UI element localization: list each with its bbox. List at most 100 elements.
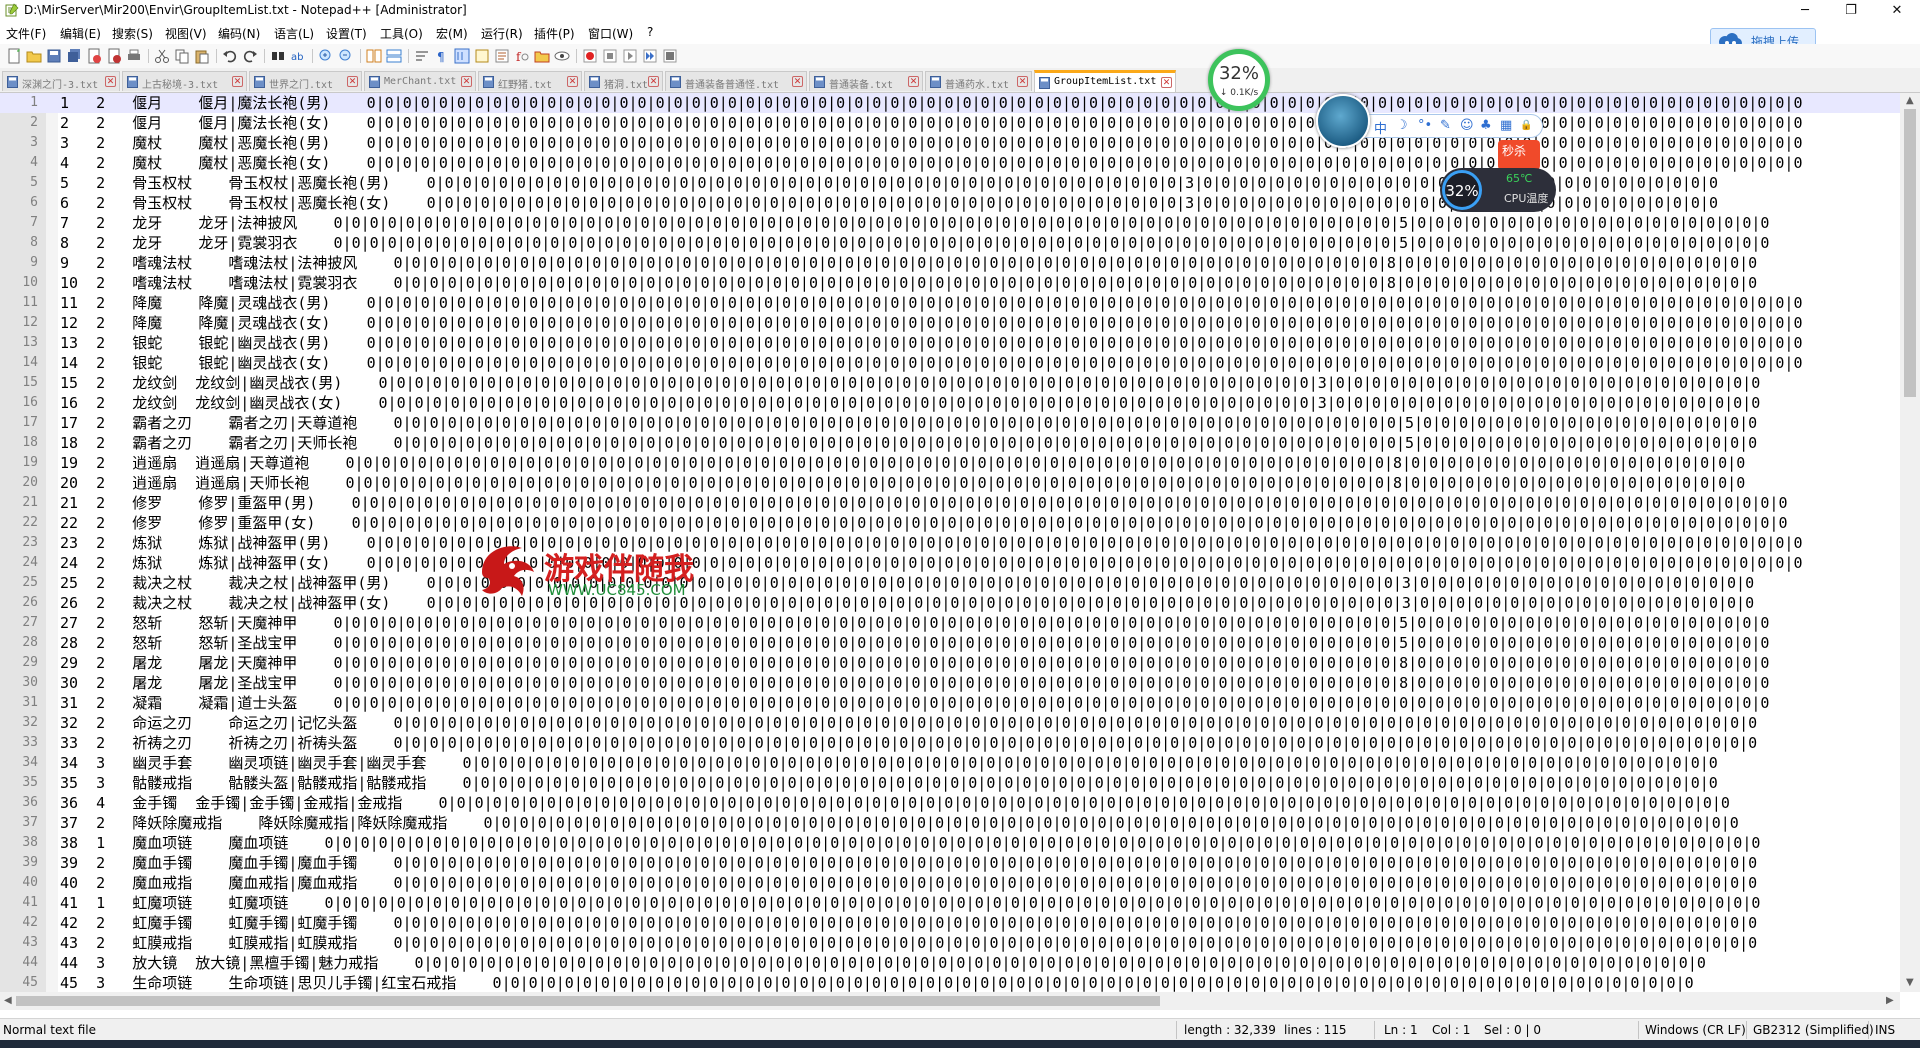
redo-icon[interactable] <box>242 48 258 64</box>
tab-shanggu[interactable]: 上古秘境-3.txt ✕ <box>122 71 247 91</box>
eol-format-label[interactable]: Windows (CR LF) <box>1645 1023 1746 1037</box>
editor-line[interactable]: 12 12 2 降魔 降魔|灵魂战衣(女) 0|0|0|0|0|0|0|0|0|0… <box>0 313 1900 333</box>
editor-line[interactable]: 1 1 2 偃月 偃月|魔法长袍(男) 0|0|0|0|0|0|0|0|0|0|0… <box>0 93 1900 113</box>
scroll-down-icon[interactable]: ▼ <box>1906 977 1914 988</box>
close-file-icon[interactable] <box>86 48 102 64</box>
close-button[interactable]: ✕ <box>1874 0 1920 22</box>
editor-line[interactable]: 14 14 2 银蛇 银蛇|幽灵战衣(女) 0|0|0|0|0|0|0|0|0|0… <box>0 353 1900 373</box>
editor-line[interactable]: 37 37 2 降妖除魔戒指 降妖除魔戒指|降妖除魔戒指 0|0|0|0|0|0|… <box>0 813 1900 833</box>
new-file-icon[interactable] <box>6 48 22 64</box>
save-icon[interactable] <box>46 48 62 64</box>
editor-line[interactable]: 11 11 2 降魔 降魔|灵魂战衣(男) 0|0|0|0|0|0|0|0|0|0… <box>0 293 1900 313</box>
menu-help[interactable]: ? <box>647 25 653 39</box>
macro-play-multiple-icon[interactable] <box>642 48 658 64</box>
menu-run[interactable]: 运行(R) <box>481 25 523 42</box>
ime-avatar[interactable] <box>1316 94 1370 148</box>
editor-line[interactable]: 8 8 2 龙牙 龙牙|霓裳羽衣 0|0|0|0|0|0|0|0|0|0|0|0|… <box>0 233 1900 253</box>
line-text[interactable]: 9 2 嗜魂法杖 嗜魂法杖|法神披风 0|0|0|0|0|0|0|0|0|0|0… <box>60 253 1757 273</box>
open-file-icon[interactable] <box>26 48 42 64</box>
editor-line[interactable]: 66 2 骨玉权杖 骨玉权杖|恶魔长袍(女) 0|0|0|0|0|0|0|0|0… <box>0 193 1900 213</box>
editor-line[interactable]: 15 15 2 龙纹剑 龙纹剑|幽灵战衣(男) 0|0|0|0|0|0|0|0|0… <box>0 373 1900 393</box>
editor-line[interactable]: 10 10 2 嗜魂法杖 嗜魂法杖|霓裳羽衣 0|0|0|0|0|0|0|0|0|… <box>0 273 1900 293</box>
skin-icon[interactable]: ♣ <box>1480 118 1492 133</box>
editor-line[interactable]: 31 31 2 凝霜 凝霜|道士头盔 0|0|0|0|0|0|0|0|0|0|0|… <box>0 693 1900 713</box>
editor-line[interactable]: 22 2 偃月 偃月|魔法长袍(女) 0|0|0|0|0|0|0|0|0|0|0… <box>0 113 1900 133</box>
line-text[interactable]: 10 2 嗜魂法杖 嗜魂法杖|霓裳羽衣 0|0|0|0|0|0|0|0|0|0|… <box>60 273 1757 293</box>
line-text[interactable]: 13 2 银蛇 银蛇|幽灵战衣(男) 0|0|0|0|0|0|0|0|0|0|0… <box>60 333 1802 353</box>
editor-line[interactable]: 27 27 2 怒斩 怒斩|天魔神甲 0|0|0|0|0|0|0|0|0|0|0|… <box>0 613 1900 633</box>
replace-icon[interactable]: ab <box>290 48 306 64</box>
undo-icon[interactable] <box>222 48 238 64</box>
line-text[interactable]: 7 2 龙牙 龙牙|法神披风 0|0|0|0|0|0|0|0|0|0|0|0|0… <box>60 213 1769 233</box>
vertical-scroll-thumb[interactable] <box>1904 109 1916 397</box>
word-wrap-icon[interactable] <box>414 48 430 64</box>
editor-line[interactable]: 23 23 2 炼狱 炼狱|战神盔甲(男) 0|0|0|0|0|0|0|0|0|0… <box>0 533 1900 553</box>
line-text[interactable]: 20 2 逍遥扇 逍遥扇|天师长袍 0|0|0|0|0|0|0|0|0|0|0|… <box>60 473 1745 493</box>
tab-putong-zhuangbei[interactable]: 普通装备.txt ✕ <box>809 71 923 91</box>
menu-plugins[interactable]: 插件(P) <box>534 25 575 42</box>
line-text[interactable]: 23 2 炼狱 炼狱|战神盔甲(男) 0|0|0|0|0|0|0|0|0|0|0… <box>60 533 1802 553</box>
encoding-label[interactable]: GB2312 (Simplified) <box>1753 1023 1874 1037</box>
line-text[interactable]: 21 2 修罗 修罗|重盔甲(男) 0|0|0|0|0|0|0|0|0|0|0|… <box>60 493 1787 513</box>
menu-tools[interactable]: 工具(O) <box>380 25 423 42</box>
zoom-out-icon[interactable] <box>338 48 354 64</box>
line-text[interactable]: 40 2 魔血戒指 魔血戒指|魔血戒指 0|0|0|0|0|0|0|0|0|0|… <box>60 873 1757 893</box>
macro-save-icon[interactable] <box>662 48 678 64</box>
tab-close-icon[interactable]: ✕ <box>1017 76 1028 87</box>
line-text[interactable]: 26 2 裁决之杖 裁决之杖|战神盔甲(女) 0|0|0|0|0|0|0|0|0… <box>60 593 1754 613</box>
network-speed-widget[interactable]: 32% ↓ 0.1K/s <box>1208 49 1270 111</box>
editor-line[interactable]: 38 38 1 魔血项链 魔血项链 0|0|0|0|0|0|0|0|0|0|0|0… <box>0 833 1900 853</box>
line-text[interactable]: 31 2 凝霜 凝霜|道士头盔 0|0|0|0|0|0|0|0|0|0|0|0|… <box>60 693 1769 713</box>
editor-line[interactable]: 36 36 4 金手镯 金手镯|金手镯|金戒指|金戒指 0|0|0|0|0|0|0… <box>0 793 1900 813</box>
editor-line[interactable]: 55 2 骨玉权杖 骨玉权杖|恶魔长袍(男) 0|0|0|0|0|0|0|0|0… <box>0 173 1900 193</box>
editor-line[interactable]: 25 25 2 裁决之杖 裁决之杖|战神盔甲(男) 0|0|0|0|0|0|0|0… <box>0 573 1900 593</box>
seckill-badge[interactable]: 秒杀 <box>1498 140 1540 170</box>
macro-play-icon[interactable] <box>622 48 638 64</box>
line-text[interactable]: 34 3 幽灵手套 幽灵项链|幽灵手套|幽灵手套 0|0|0|0|0|0|0|0… <box>60 753 1718 773</box>
tab-close-icon[interactable]: ✕ <box>105 76 116 87</box>
horizontal-scrollbar[interactable]: ◀ ▶ <box>0 992 1900 1010</box>
menu-edit[interactable]: 编辑(E) <box>60 25 101 42</box>
menu-view[interactable]: 视图(V) <box>165 25 207 42</box>
editor-line[interactable]: 16 16 2 龙纹剑 龙纹剑|幽灵战衣(女) 0|0|0|0|0|0|0|0|0… <box>0 393 1900 413</box>
line-text[interactable]: 44 3 放大镜 放大镜|黑檀手镯|魅力戒指 0|0|0|0|0|0|0|0|0… <box>60 953 1706 973</box>
minimize-button[interactable]: ─ <box>1782 0 1828 22</box>
tab-close-icon[interactable]: ✕ <box>648 76 659 87</box>
editor-line[interactable]: 18 18 2 霸者之刃 霸者之刃|天师长袍 0|0|0|0|0|0|0|0|0|… <box>0 433 1900 453</box>
sync-vertical-icon[interactable] <box>366 48 382 64</box>
function-list-icon[interactable]: f <box>514 48 530 64</box>
insert-mode-label[interactable]: INS <box>1875 1023 1895 1037</box>
paste-icon[interactable] <box>194 48 210 64</box>
line-text[interactable]: 16 2 龙纹剑 龙纹剑|幽灵战衣(女) 0|0|0|0|0|0|0|0|0|0… <box>60 393 1760 413</box>
tab-close-icon[interactable]: ✕ <box>908 76 919 87</box>
editor-line[interactable]: 19 19 2 逍遥扇 逍遥扇|天尊道袍 0|0|0|0|0|0|0|0|0|0|… <box>0 453 1900 473</box>
line-text[interactable]: 3 2 魔杖 魔杖|恶魔长袍(男) 0|0|0|0|0|0|0|0|0|0|0|… <box>60 133 1802 153</box>
find-icon[interactable] <box>270 48 286 64</box>
tab-shijie[interactable]: 世界之门.txt ✕ <box>249 71 362 91</box>
line-text[interactable]: 42 2 虹魔手镯 虹魔手镯|虹魔手镯 0|0|0|0|0|0|0|0|0|0|… <box>60 913 1757 933</box>
editor-line[interactable]: 24 24 2 炼狱 炼狱|战神盔甲(女) 0|0|0|0|0|0|0|0|0|0… <box>0 553 1900 573</box>
editor-line[interactable]: 17 17 2 霸者之刃 霸者之刃|天尊道袍 0|0|0|0|0|0|0|0|0|… <box>0 413 1900 433</box>
tab-close-icon[interactable]: ✕ <box>1161 77 1172 88</box>
menu-window[interactable]: 窗口(W) <box>588 25 633 42</box>
copy-icon[interactable] <box>174 48 190 64</box>
menu-encoding[interactable]: 编码(N) <box>218 25 260 42</box>
editor-line[interactable]: 32 32 2 命运之刃 命运之刃|记忆头盔 0|0|0|0|0|0|0|0|0|… <box>0 713 1900 733</box>
editor-line[interactable]: 9 9 2 嗜魂法杖 嗜魂法杖|法神披风 0|0|0|0|0|0|0|0|0|0|… <box>0 253 1900 273</box>
tab-close-icon[interactable]: ✕ <box>232 76 243 87</box>
editor-line[interactable]: 45 45 3 生命项链 生命项链|思贝儿手镯|红宝石戒指 0|0|0|0|0|0… <box>0 973 1900 992</box>
vertical-scrollbar[interactable]: ▲ ▼ <box>1900 93 1920 992</box>
line-text[interactable]: 28 2 怒斩 怒斩|圣战宝甲 0|0|0|0|0|0|0|0|0|0|0|0|… <box>60 633 1769 653</box>
text-editor[interactable]: 1 1 2 偃月 偃月|魔法长袍(男) 0|0|0|0|0|0|0|0|0|0|0… <box>0 93 1920 1010</box>
line-text[interactable]: 1 2 偃月 偃月|魔法长袍(男) 0|0|0|0|0|0|0|0|0|0|0|… <box>60 93 1802 113</box>
line-text[interactable]: 41 1 虹魔项链 虹魔项链 0|0|0|0|0|0|0|0|0|0|0|0|0… <box>60 893 1760 913</box>
cpu-temperature-widget[interactable]: 32% 65℃ CPU温度 <box>1440 168 1556 212</box>
editor-line[interactable]: 33 33 2 祈祷之刃 祈祷之刃|祈祷头盔 0|0|0|0|0|0|0|0|0|… <box>0 733 1900 753</box>
grid-icon[interactable]: ▦ <box>1500 118 1512 133</box>
menu-macro[interactable]: 宏(M) <box>436 25 468 42</box>
punctuation-icon[interactable]: °• <box>1418 118 1432 133</box>
line-text[interactable]: 30 2 屠龙 屠龙|圣战宝甲 0|0|0|0|0|0|0|0|0|0|0|0|… <box>60 673 1769 693</box>
line-text[interactable]: 38 1 魔血项链 魔血项链 0|0|0|0|0|0|0|0|0|0|0|0|0… <box>60 833 1760 853</box>
indent-guide-icon[interactable] <box>454 48 470 64</box>
editor-line[interactable]: 44 44 3 放大镜 放大镜|黑檀手镯|魅力戒指 0|0|0|0|0|0|0|0… <box>0 953 1900 973</box>
